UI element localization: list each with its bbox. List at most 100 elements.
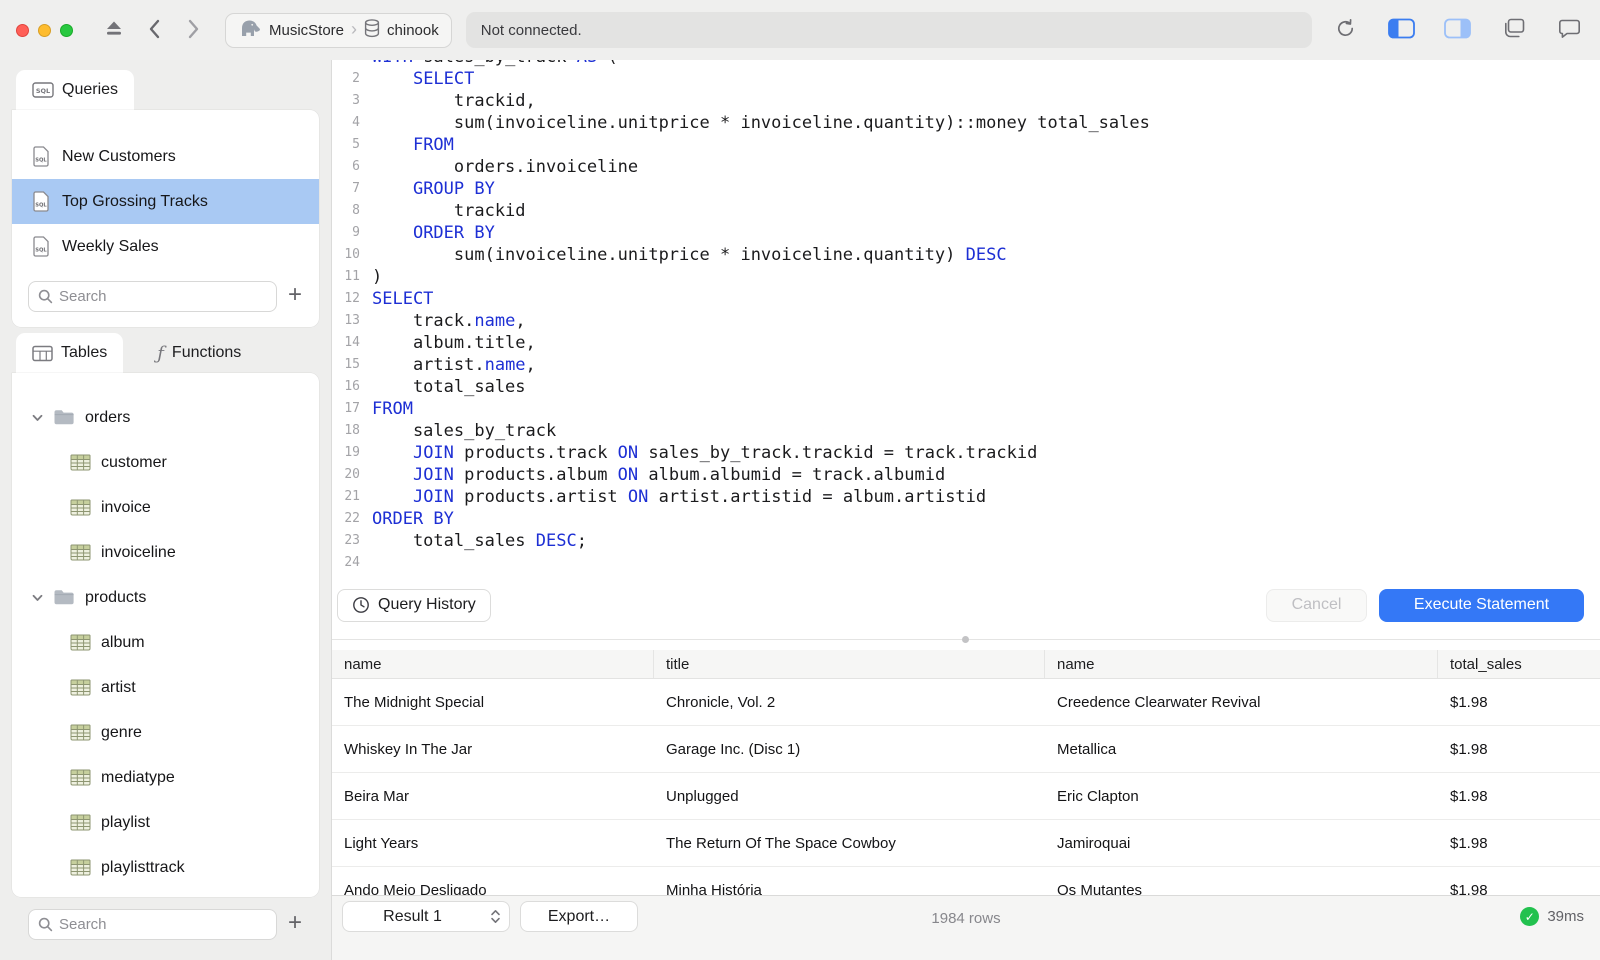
tab-functions-label: Functions [171, 344, 242, 361]
line-number: 24 [344, 555, 360, 570]
result-row[interactable]: Ando Meio Desligado Minha História Os Muta… [332, 867, 1600, 895]
query-item-label: Top Grossing Tracks [62, 192, 208, 210]
result-cell: Chronicle, Vol. 2 [666, 693, 776, 711]
code-line[interactable]: total_sales [372, 376, 1150, 398]
toggle-right-panel-button[interactable] [1440, 13, 1474, 47]
table-item-mediatype[interactable]: mediatype [12, 755, 319, 800]
code-line[interactable]: artist.name, [372, 354, 1150, 376]
sidebar-item-weekly-sales[interactable]: SQL Weekly Sales [12, 224, 319, 269]
table-item-artist[interactable]: artist [12, 665, 319, 710]
column-header-name[interactable]: name [1045, 650, 1438, 678]
code-line[interactable]: FROM [372, 398, 1150, 420]
export-button[interactable]: Export… [520, 901, 638, 932]
code-line[interactable]: total_sales DESC; [372, 530, 1150, 552]
sidebar-item-top-grossing-tracks[interactable]: SQL Top Grossing Tracks [12, 179, 319, 224]
code-line[interactable]: track.name, [372, 310, 1150, 332]
column-header-title[interactable]: title [654, 650, 1045, 678]
back-button[interactable] [137, 13, 171, 47]
query-history-button[interactable]: Query History [337, 588, 491, 622]
svg-text:SQL: SQL [35, 158, 47, 164]
line-number: 21 [344, 489, 360, 504]
code-line[interactable]: JOIN products.artist ON artist.artistid … [372, 486, 1150, 508]
code-line[interactable]: WITH sales_by_track AS ( [372, 60, 1150, 68]
code-line[interactable]: sum(invoiceline.unitprice * invoiceline.… [372, 244, 1150, 266]
code-line[interactable]: FROM [372, 134, 1150, 156]
tables-search-field[interactable] [28, 909, 277, 940]
code-line[interactable]: ) [372, 266, 1150, 288]
minimize-window-button[interactable] [38, 23, 51, 37]
code-line[interactable]: SELECT [372, 68, 1150, 90]
code-line[interactable]: SELECT [372, 288, 1150, 310]
code-line[interactable] [372, 552, 1150, 574]
clock-icon [352, 596, 370, 614]
close-window-button[interactable] [16, 23, 29, 37]
sidebar-item-new-customers[interactable]: SQL New Customers [12, 134, 319, 179]
column-header-total-sales[interactable]: total_sales [1438, 650, 1600, 678]
table-item-invoiceline[interactable]: invoiceline [12, 530, 319, 575]
sql-code[interactable]: WITH sales_by_track AS ( SELECT trackid,… [362, 60, 1150, 574]
disconnect-eject-button[interactable] [97, 13, 131, 47]
sql-editor[interactable]: 123456789101112131415161718192021222324 … [332, 60, 1600, 586]
query-item-label: New Customers [62, 147, 176, 165]
line-number: 6 [352, 159, 360, 174]
app-window: MusicStore › chinook Not connected. SQL … [0, 0, 1600, 960]
code-line[interactable]: JOIN products.track ON sales_by_track.tr… [372, 442, 1150, 464]
table-icon [70, 724, 91, 741]
tables-panel: orders customer invoice invoiceline products… [12, 373, 319, 897]
results-resize-divider[interactable] [332, 630, 1600, 650]
code-line[interactable]: album.title, [372, 332, 1150, 354]
disclosure-chevron-icon[interactable] [32, 414, 43, 422]
line-number: 16 [344, 379, 360, 394]
result-selector[interactable]: Result 1 [342, 901, 510, 932]
table-icon [70, 634, 91, 651]
search-icon [38, 917, 53, 932]
result-row[interactable]: The Midnight Special Chronicle, Vol. 2 Cre… [332, 679, 1600, 726]
code-line[interactable]: ORDER BY [372, 508, 1150, 530]
tree-item-label: orders [85, 408, 131, 426]
feedback-button[interactable] [1552, 13, 1586, 47]
breadcrumb-database[interactable]: chinook [364, 18, 439, 42]
schema-folder-products[interactable]: products [12, 575, 319, 620]
queries-search-field[interactable] [28, 281, 277, 312]
windows-button[interactable] [1496, 13, 1530, 47]
forward-button[interactable] [177, 13, 211, 47]
result-row[interactable]: Light Years The Return Of The Space Cowbo… [332, 820, 1600, 867]
table-item-customer[interactable]: customer [12, 440, 319, 485]
code-line[interactable]: orders.invoiceline [372, 156, 1150, 178]
table-item-invoice[interactable]: invoice [12, 485, 319, 530]
zoom-window-button[interactable] [60, 23, 73, 37]
code-line[interactable]: ORDER BY [372, 222, 1150, 244]
table-item-playlisttrack[interactable]: playlisttrack [12, 845, 319, 890]
column-header-name[interactable]: name [332, 650, 654, 678]
result-cell: Whiskey In The Jar [344, 740, 473, 758]
code-line[interactable]: sales_by_track [372, 420, 1150, 442]
result-cell: Metallica [1057, 740, 1117, 758]
toggle-left-sidebar-button[interactable] [1384, 13, 1418, 47]
schema-folder-orders[interactable]: orders [12, 395, 319, 440]
result-row[interactable]: Beira Mar Unplugged Eric Clapton $1.98 [332, 773, 1600, 820]
tab-queries[interactable]: SQL Queries [16, 70, 135, 110]
refresh-button[interactable] [1328, 13, 1362, 47]
execute-statement-button[interactable]: Execute Statement [1379, 588, 1584, 622]
table-item-playlist[interactable]: playlist [12, 800, 319, 845]
code-line[interactable]: JOIN products.album ON album.albumid = t… [372, 464, 1150, 486]
code-line[interactable]: GROUP BY [372, 178, 1150, 200]
tab-functions[interactable]: ƒ Functions [141, 333, 257, 373]
tables-search-input[interactable] [59, 916, 267, 933]
table-item-genre[interactable]: genre [12, 710, 319, 755]
table-item-album[interactable]: album [12, 620, 319, 665]
breadcrumb-server[interactable]: MusicStore [238, 18, 344, 42]
queries-search-input[interactable] [59, 288, 267, 305]
code-line[interactable]: trackid [372, 200, 1150, 222]
tab-tables[interactable]: Tables [16, 333, 124, 373]
sql-file-icon: SQL [32, 236, 50, 257]
table-icon [70, 769, 91, 786]
result-row[interactable]: Whiskey In The Jar Garage Inc. (Disc 1) Me… [332, 726, 1600, 773]
disclosure-chevron-icon[interactable] [32, 594, 43, 602]
breadcrumb-separator-icon: › [351, 18, 358, 39]
code-line[interactable]: sum(invoiceline.unitprice * invoiceline.… [372, 112, 1150, 134]
code-line[interactable]: trackid, [372, 90, 1150, 112]
add-query-button[interactable]: + [277, 283, 313, 310]
add-table-button[interactable]: + [277, 911, 313, 938]
cancel-button[interactable]: Cancel [1266, 588, 1367, 622]
